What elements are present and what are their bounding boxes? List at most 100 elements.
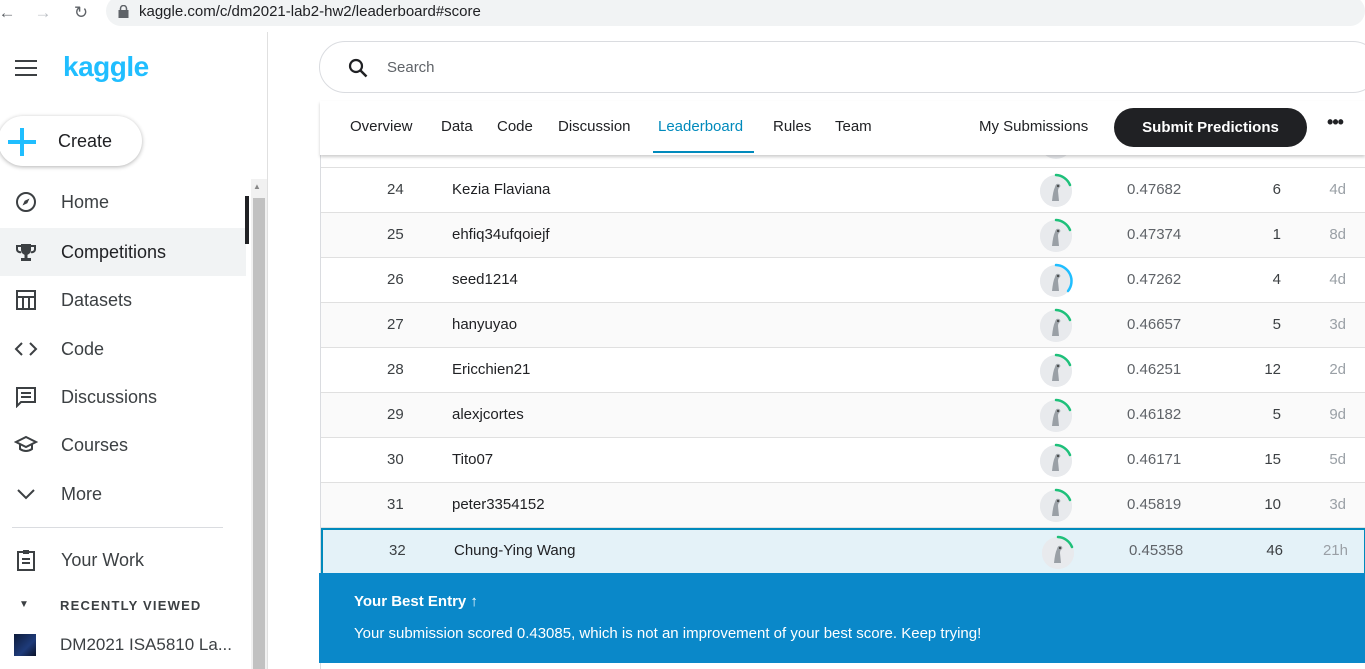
table-row[interactable]: 29 alexjcortes 0.46182 5 9d (321, 393, 1365, 438)
submit-predictions-button[interactable]: Submit Predictions (1114, 108, 1307, 147)
team-name-cell[interactable]: Tito07 (452, 451, 493, 468)
tier-ring-icon (1054, 263, 1073, 293)
sidebar-item-your-work[interactable]: Your Work (0, 536, 246, 584)
sidebar-item-discussions[interactable]: Discussions (0, 373, 246, 421)
scroll-up-icon[interactable]: ▲ (253, 182, 261, 191)
last-submission-cell: 9d (1329, 406, 1346, 423)
sidebar-item-competitions[interactable]: Competitions (0, 228, 246, 276)
sidebar-item-courses[interactable]: Courses (0, 421, 246, 469)
competition-tabs: Overview Data Code Discussion Leaderboar… (320, 101, 1365, 155)
back-icon[interactable]: ← (0, 0, 20, 26)
tab-code[interactable]: Code (497, 118, 533, 135)
table-row-partial (321, 155, 1365, 168)
rank-cell: 24 (387, 181, 404, 198)
last-submission-cell: 4d (1329, 181, 1346, 198)
url-text: kaggle.com/c/dm2021-lab2-hw2/leaderboard… (139, 2, 481, 20)
entries-cell: 6 (1272, 181, 1281, 198)
team-name-cell[interactable]: Kezia Flaviana (452, 181, 550, 198)
caret-down-icon[interactable]: ▼ (19, 599, 29, 610)
sidebar-item-more[interactable]: More (0, 470, 246, 518)
team-name-cell[interactable]: hanyuyao (452, 316, 517, 333)
entries-cell: 5 (1272, 316, 1281, 333)
table-row[interactable]: 24 Kezia Flaviana 0.47682 6 4d (321, 168, 1365, 213)
submission-result-banner: Your Best Entry ↑ Your submission scored… (319, 573, 1365, 663)
rank-cell: 25 (387, 226, 404, 243)
competition-thumbnail (14, 634, 36, 656)
last-submission-cell: 2d (1329, 361, 1346, 378)
team-name-cell[interactable]: Ericchien21 (452, 361, 530, 378)
tier-ring-icon (1054, 308, 1072, 322)
score-cell: 0.46251 (1127, 361, 1182, 378)
team-name-cell[interactable]: peter3354152 (452, 496, 545, 513)
avatar (1040, 155, 1072, 159)
team-name-cell[interactable]: ehfiq34ufqoiejf (452, 226, 550, 243)
rank-cell: 27 (387, 316, 404, 333)
table-row[interactable]: 25 ehfiq34ufqoiejf 0.47374 1 8d (321, 213, 1365, 258)
score-cell: 0.47682 (1127, 181, 1182, 198)
table-row[interactable]: 27 hanyuyao 0.46657 5 3d (321, 303, 1365, 348)
active-tab-underline (653, 151, 754, 153)
banner-message: Your submission scored 0.43085, which is… (354, 625, 982, 642)
table-row[interactable]: 28 Ericchien21 0.46251 12 2d (321, 348, 1365, 393)
trophy-icon (14, 240, 38, 264)
sidebar-item-label: Datasets (61, 289, 133, 310)
last-submission-cell: 4d (1329, 271, 1346, 288)
sidebar-scrollbar-thumb[interactable] (253, 198, 265, 669)
create-button[interactable]: Create (0, 116, 142, 166)
rank-cell: 31 (387, 496, 404, 513)
team-name-cell[interactable]: seed1214 (452, 271, 518, 288)
active-indicator (245, 196, 249, 244)
clipboard-icon (14, 548, 38, 572)
team-name-cell[interactable]: alexjcortes (452, 406, 524, 423)
forward-icon[interactable]: → (30, 0, 56, 26)
tier-ring-icon (1054, 218, 1072, 232)
table-row[interactable]: 26 seed1214 0.47262 4 4d (321, 258, 1365, 303)
tab-team[interactable]: Team (835, 118, 872, 135)
rank-cell: 30 (387, 451, 404, 468)
tab-overview[interactable]: Overview (350, 118, 413, 135)
tier-ring-icon (1054, 488, 1072, 502)
kaggle-logo[interactable]: kaggle (63, 51, 149, 83)
recent-item[interactable]: DM2021 ISA5810 La... (0, 630, 246, 662)
sidebar-item-datasets[interactable]: Datasets (0, 276, 246, 324)
tab-discussion[interactable]: Discussion (558, 118, 631, 135)
table-row-current-user[interactable]: 32 Chung-Ying Wang 0.45358 46 21h (321, 528, 1365, 575)
more-options-icon[interactable]: ••• (1320, 112, 1350, 142)
browser-toolbar: ← → ↻ kaggle.com/c/dm2021-lab2-hw2/leade… (0, 0, 1365, 26)
team-name-cell[interactable]: Chung-Ying Wang (454, 542, 575, 559)
table-row[interactable]: 31 peter3354152 0.45819 10 3d (321, 483, 1365, 528)
last-submission-cell: 5d (1329, 451, 1346, 468)
address-bar[interactable]: kaggle.com/c/dm2021-lab2-hw2/leaderboard… (106, 0, 1365, 26)
entries-cell: 1 (1272, 226, 1281, 243)
search-input[interactable]: Search (319, 41, 1365, 93)
my-submissions-link[interactable]: My Submissions (979, 118, 1088, 135)
last-submission-cell: 3d (1329, 316, 1346, 333)
score-cell: 0.47262 (1127, 271, 1182, 288)
score-cell: 0.46182 (1127, 406, 1182, 423)
rank-cell: 28 (387, 361, 404, 378)
score-cell: 0.47374 (1127, 226, 1182, 243)
search-placeholder: Search (387, 59, 435, 76)
compass-icon (14, 190, 38, 214)
entries-cell: 5 (1272, 406, 1281, 423)
plus-icon (8, 128, 36, 156)
left-sidebar: kaggle Create Home Competitions Datasets… (0, 32, 268, 669)
comment-icon (14, 385, 38, 409)
sidebar-item-home[interactable]: Home (0, 178, 246, 226)
sidebar-item-label: Home (61, 191, 110, 212)
tab-leaderboard[interactable]: Leaderboard (658, 118, 743, 135)
menu-icon[interactable] (15, 60, 37, 76)
rank-cell: 29 (387, 406, 404, 423)
last-submission-cell: 3d (1329, 496, 1346, 513)
tab-rules[interactable]: Rules (773, 118, 811, 135)
entries-cell: 15 (1264, 451, 1281, 468)
chevron-down-icon (14, 482, 38, 506)
entries-cell: 4 (1272, 271, 1281, 288)
tab-data[interactable]: Data (441, 118, 473, 135)
create-label: Create (58, 131, 113, 151)
reload-icon[interactable]: ↻ (68, 0, 94, 26)
sidebar-item-code[interactable]: Code (0, 325, 246, 373)
banner-title: Your Best Entry ↑ (354, 593, 478, 610)
school-icon (14, 433, 38, 457)
table-row[interactable]: 30 Tito07 0.46171 15 5d (321, 438, 1365, 483)
